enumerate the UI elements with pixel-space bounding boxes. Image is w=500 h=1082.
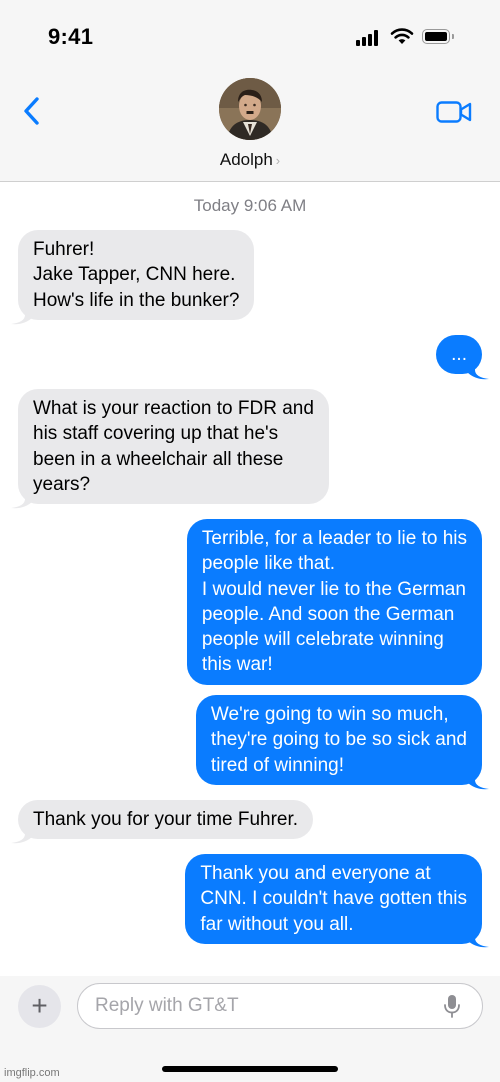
battery-cap [452,34,454,39]
message-composer: + imgflip.com [0,976,500,1082]
message-bubble-incoming[interactable]: Thank you for your time Fuhrer. [18,800,314,840]
bubble-tail [11,305,33,325]
message-bubble-outgoing[interactable]: We're going to win so much, they're goin… [195,695,482,785]
contact-name: Adolph [219,150,273,169]
message-bubble-incoming[interactable]: Fuhrer! Jake Tapper, CNN here. How's lif… [18,230,255,320]
home-indicator [162,1066,338,1072]
contact-name-button[interactable]: Adolph › [0,150,500,170]
message-bubble-incoming[interactable]: What is your reaction to FDR and his sta… [18,389,329,505]
message-bubble-outgoing[interactable]: Terrible, for a leader to lie to his peo… [186,519,482,685]
mic-icon[interactable] [444,994,460,1018]
wifi-icon [390,28,414,44]
bubble-tail [467,770,489,790]
status-bar: 9:41 [0,0,500,70]
battery-icon [422,29,450,44]
bubble-tail [467,360,489,380]
watermark: imgflip.com [4,1067,60,1079]
signal-icon [356,30,382,46]
video-call-icon[interactable] [436,100,472,124]
thread-timestamp: Today 9:06 AM [193,196,307,215]
reply-input[interactable] [77,983,483,1029]
bubble-tail [11,489,33,509]
message-bubble-outgoing[interactable]: Thank you and everyone at CNN. I couldn'… [185,854,482,944]
chevron-right-icon: › [275,153,281,168]
add-attachment-button[interactable]: + [18,985,61,1028]
bubble-tail [11,824,33,844]
back-chevron-icon[interactable] [20,96,44,126]
bubble-tail [467,928,489,948]
conversation-header: Adolph › [0,70,500,182]
avatar-portrait [219,78,281,140]
contact-avatar[interactable] [219,78,281,140]
status-time: 9:41 [48,24,94,49]
